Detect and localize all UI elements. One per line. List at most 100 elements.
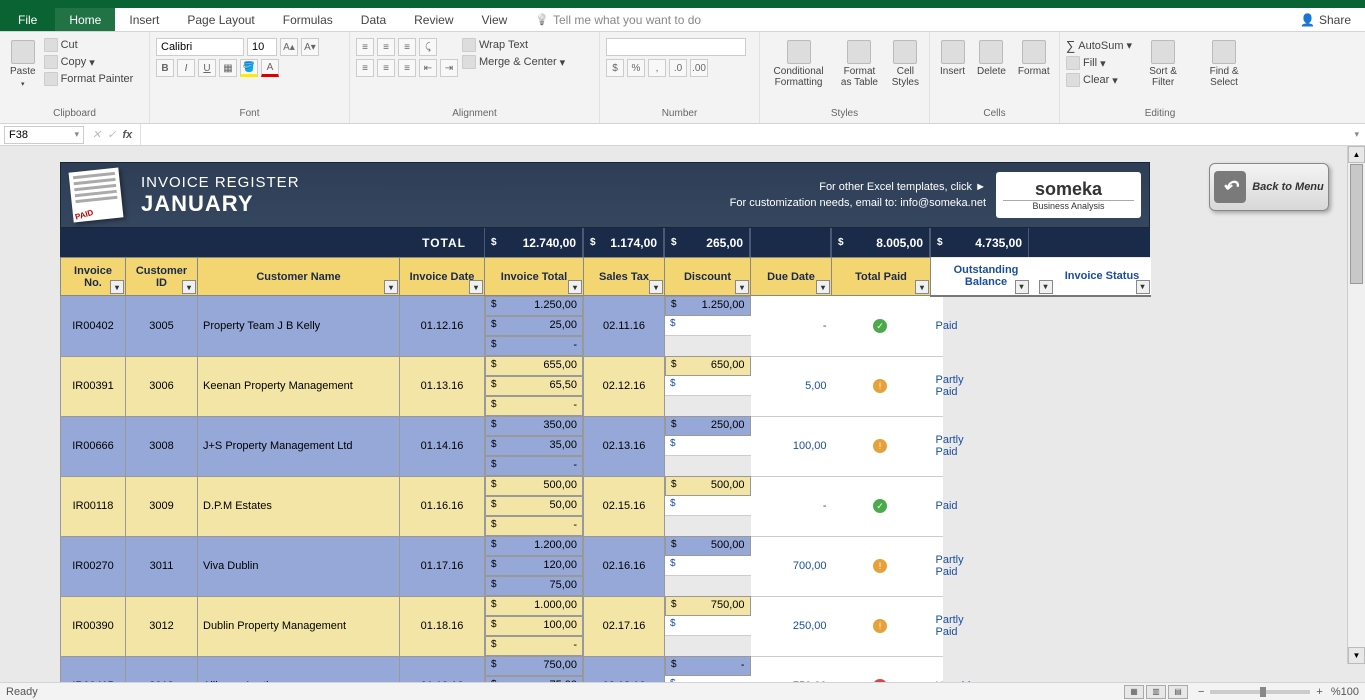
merge-center-button[interactable]: Merge & Center ▾ [462, 55, 565, 69]
tab-view[interactable]: View [468, 8, 522, 31]
cell-styles-button[interactable]: Cell Styles [888, 38, 923, 90]
view-page-layout[interactable]: ▥ [1146, 685, 1166, 699]
worksheet-area[interactable]: INVOICE REGISTER JANUARY For other Excel… [0, 146, 1365, 682]
col-discount[interactable]: Discount▾ [665, 258, 751, 296]
align-center[interactable]: ≡ [377, 59, 395, 77]
increase-indent[interactable]: ⇥ [440, 59, 458, 77]
view-page-break[interactable]: ▤ [1168, 685, 1188, 699]
table-row[interactable]: IR004023005Property Team J B Kelly01.12.… [61, 296, 1151, 357]
align-bottom[interactable]: ≡ [398, 38, 416, 56]
filter-icon[interactable]: ▾ [182, 280, 196, 294]
table-row[interactable]: IR001183009D.P.M Estates01.16.16$500,00$… [61, 476, 1151, 536]
tab-data[interactable]: Data [347, 8, 400, 31]
cut-button[interactable]: Cut [44, 38, 134, 52]
tab-file[interactable]: File [0, 8, 55, 31]
increase-decimal[interactable]: .0 [669, 59, 687, 77]
table-row[interactable]: IR004153013Alliance Auctioneers01.19.16$… [61, 656, 1151, 682]
increase-font-button[interactable]: A▴ [280, 38, 298, 56]
zoom-level[interactable]: %100 [1331, 686, 1359, 698]
col-customer-name[interactable]: Customer Name▾ [198, 258, 400, 296]
table-row[interactable]: IR006663008J+S Property Management Ltd01… [61, 416, 1151, 476]
font-name-select[interactable] [156, 38, 244, 56]
paste-button[interactable]: Paste▾ [6, 38, 40, 92]
name-box[interactable]: F38▾ [4, 126, 84, 144]
copy-button[interactable]: Copy ▾ [44, 55, 134, 69]
font-size-select[interactable] [247, 38, 277, 56]
col-invoice-total[interactable]: Invoice Total▾ [485, 258, 584, 296]
align-right[interactable]: ≡ [398, 59, 416, 77]
filter-icon[interactable]: ▾ [816, 280, 830, 294]
format-cells-button[interactable]: Format [1014, 38, 1054, 79]
col-total-paid[interactable]: Total Paid▾ [832, 258, 931, 296]
filter-icon[interactable]: ▾ [1136, 280, 1150, 294]
conditional-formatting-button[interactable]: Conditional Formatting [766, 38, 831, 90]
col-invoice-no[interactable]: Invoice No.▾ [61, 258, 126, 296]
font-color-button[interactable]: A [261, 59, 279, 77]
filter-icon[interactable]: ▾ [568, 280, 582, 294]
find-select-button[interactable]: Find & Select [1194, 38, 1254, 90]
filter-icon[interactable]: ▾ [1039, 280, 1053, 294]
filter-icon[interactable]: ▾ [735, 280, 749, 294]
col-invoice-date[interactable]: Invoice Date▾ [400, 258, 485, 296]
header-notes: For other Excel templates, click ► For c… [730, 179, 996, 211]
status-partly-icon: ! [873, 619, 887, 633]
filter-icon[interactable]: ▾ [915, 280, 929, 294]
tab-insert[interactable]: Insert [115, 8, 173, 31]
accounting-format[interactable]: $ [606, 59, 624, 77]
decrease-decimal[interactable]: .00 [690, 59, 708, 77]
align-top[interactable]: ≡ [356, 38, 374, 56]
filter-icon[interactable]: ▾ [384, 280, 398, 294]
filter-icon[interactable]: ▾ [649, 280, 663, 294]
border-button[interactable]: ▦ [219, 59, 237, 77]
table-row[interactable]: IR003903012Dublin Property Management01.… [61, 596, 1151, 656]
vertical-scrollbar[interactable]: ▲ ▼ [1347, 146, 1365, 664]
filter-icon[interactable]: ▾ [110, 280, 124, 294]
scroll-thumb[interactable] [1350, 164, 1363, 284]
table-row[interactable]: IR003913006Keenan Property Management01.… [61, 356, 1151, 416]
back-to-menu-button[interactable]: ↶ Back to Menu [1209, 163, 1329, 211]
orientation[interactable]: ⤹ [419, 38, 437, 56]
delete-cells-button[interactable]: Delete [973, 38, 1010, 79]
col-status[interactable]: Invoice Status▾ [1054, 258, 1151, 296]
format-painter-button[interactable]: Format Painter [44, 72, 134, 86]
scroll-down-button[interactable]: ▼ [1348, 647, 1365, 664]
align-middle[interactable]: ≡ [377, 38, 395, 56]
zoom-slider[interactable] [1210, 690, 1310, 694]
autosum-button[interactable]: ∑ AutoSum ▾ [1066, 38, 1132, 53]
comma-format[interactable]: , [648, 59, 666, 77]
bold-button[interactable]: B [156, 59, 174, 77]
underline-button[interactable]: U [198, 59, 216, 77]
tab-page-layout[interactable]: Page Layout [173, 8, 268, 31]
align-left[interactable]: ≡ [356, 59, 374, 77]
decrease-font-button[interactable]: A▾ [301, 38, 319, 56]
filter-icon[interactable]: ▾ [469, 280, 483, 294]
fill-button[interactable]: Fill ▾ [1066, 56, 1132, 70]
percent-format[interactable]: % [627, 59, 645, 77]
format-as-table-button[interactable]: Format as Table [835, 38, 884, 90]
scroll-up-button[interactable]: ▲ [1348, 146, 1365, 163]
col-outstanding[interactable]: Outstanding Balance▾ [943, 258, 1030, 296]
tab-formulas[interactable]: Formulas [269, 8, 347, 31]
tab-review[interactable]: Review [400, 8, 467, 31]
number-format-select[interactable] [606, 38, 746, 56]
view-normal[interactable]: ▦ [1124, 685, 1144, 699]
invoice-table[interactable]: Invoice No.▾ Customer ID▾ Customer Name▾… [60, 257, 1151, 682]
format-icon [1022, 40, 1046, 64]
share-button[interactable]: 👤 Share [1286, 8, 1365, 31]
col-due-date[interactable]: Due Date▾ [751, 258, 832, 296]
tab-home[interactable]: Home [55, 8, 115, 31]
filter-icon[interactable]: ▾ [1015, 280, 1029, 294]
clear-button[interactable]: Clear ▾ [1066, 73, 1132, 87]
decrease-indent[interactable]: ⇤ [419, 59, 437, 77]
wrap-text-button[interactable]: Wrap Text [462, 38, 565, 52]
sort-filter-button[interactable]: Sort & Filter [1136, 38, 1190, 90]
tell-me[interactable]: Tell me what you want to do [521, 8, 715, 31]
table-row[interactable]: IR002703011Viva Dublin01.17.16$1.200,00$… [61, 536, 1151, 596]
insert-cells-button[interactable]: Insert [936, 38, 969, 79]
formula-input[interactable] [141, 127, 1348, 142]
brand-logo[interactable]: someka Business Analysis [996, 172, 1141, 218]
col-sales-tax[interactable]: Sales Tax▾ [584, 258, 665, 296]
fill-color-button[interactable]: 🪣 [240, 59, 258, 77]
italic-button[interactable]: I [177, 59, 195, 77]
col-customer-id[interactable]: Customer ID▾ [126, 258, 198, 296]
